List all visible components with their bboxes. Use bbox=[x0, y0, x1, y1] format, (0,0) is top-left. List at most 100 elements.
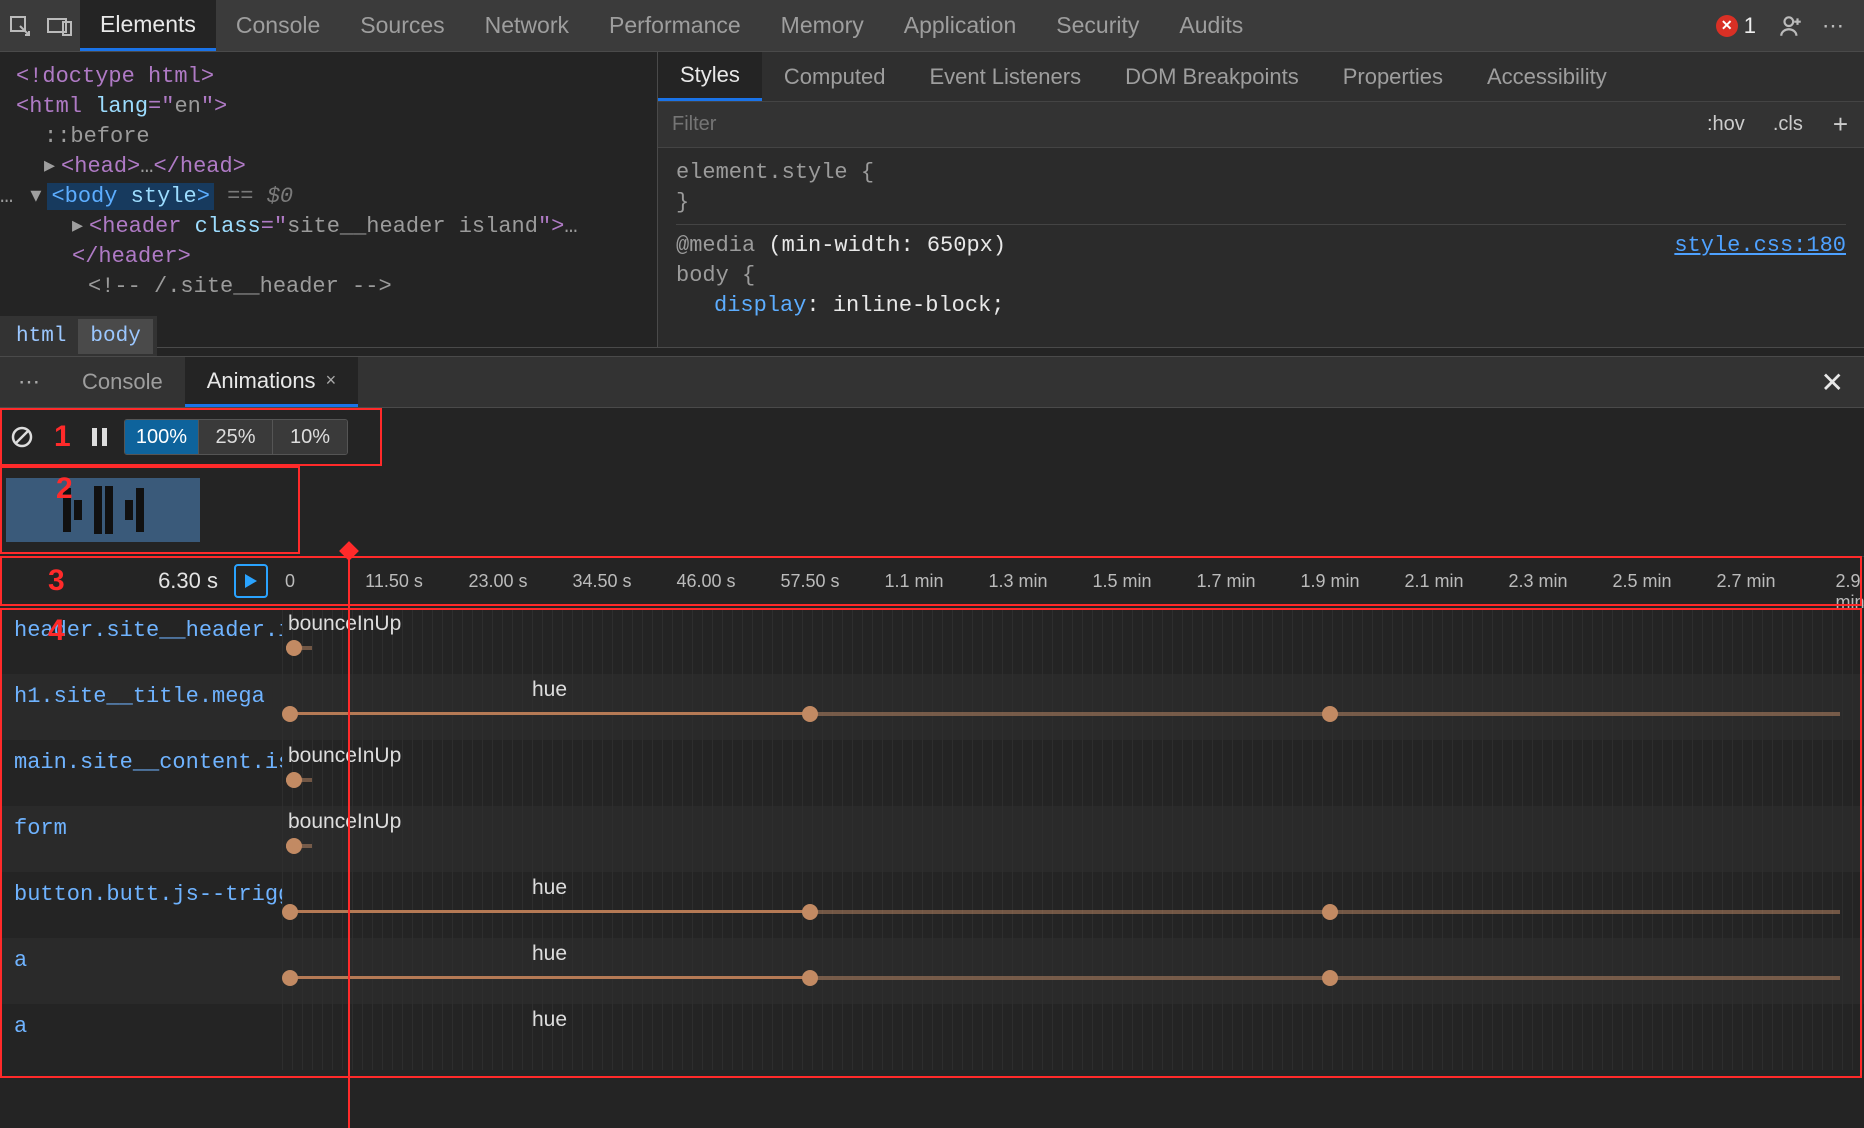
track-lane[interactable]: bounceInUp bbox=[282, 740, 1864, 806]
annotation-label-1: 1 bbox=[54, 420, 71, 454]
tick: 57.50 s bbox=[780, 571, 839, 592]
error-badge-icon[interactable]: ✕ bbox=[1716, 15, 1738, 37]
tab-audits[interactable]: Audits bbox=[1159, 0, 1263, 51]
more-icon[interactable]: ⋯ bbox=[1822, 13, 1846, 39]
dom-line: <!doctype html> bbox=[16, 64, 214, 89]
track-element-label: button.butt.js--trigg bbox=[0, 872, 282, 938]
cls-toggle[interactable]: .cls bbox=[1759, 113, 1817, 136]
inspect-icon[interactable] bbox=[0, 0, 40, 52]
breadcrumb-item[interactable]: html bbox=[4, 319, 78, 354]
source-link[interactable]: style.css:180 bbox=[1674, 231, 1846, 261]
hov-toggle[interactable]: :hov bbox=[1693, 113, 1759, 136]
tick: 2.3 min bbox=[1508, 571, 1567, 592]
tab-security[interactable]: Security bbox=[1036, 0, 1159, 51]
animation-track[interactable]: a hue bbox=[0, 938, 1864, 1004]
tick: 2.9 min bbox=[1836, 571, 1864, 613]
tab-sources[interactable]: Sources bbox=[340, 0, 464, 51]
annotation-label-4: 4 bbox=[48, 614, 65, 648]
clear-icon[interactable] bbox=[10, 425, 34, 449]
track-lane[interactable]: hue bbox=[282, 872, 1864, 938]
tick: 11.50 s bbox=[365, 571, 423, 592]
animation-track[interactable]: main.site__content.isbounceInUp bbox=[0, 740, 1864, 806]
track-element-label: a bbox=[0, 1004, 282, 1070]
close-tab-icon[interactable]: × bbox=[326, 370, 337, 391]
track-element-label: main.site__content.is bbox=[0, 740, 282, 806]
new-rule-icon[interactable]: + bbox=[1817, 109, 1864, 140]
tick: 1.7 min bbox=[1196, 571, 1255, 592]
tab-elements[interactable]: Elements bbox=[80, 0, 216, 51]
tab-network[interactable]: Network bbox=[465, 0, 589, 51]
styles-tab-event-listeners[interactable]: Event Listeners bbox=[907, 52, 1103, 101]
timeline-ruler[interactable]: 011.50 s23.00 s34.50 s46.00 s57.50 s1.1 … bbox=[282, 557, 1864, 605]
styles-tab-computed[interactable]: Computed bbox=[762, 52, 908, 101]
animation-tracks: header.site__header.isbounceInUph1.site_… bbox=[0, 608, 1864, 1128]
main-toolbar: ElementsConsoleSourcesNetworkPerformance… bbox=[0, 0, 1864, 52]
speed-100pct[interactable]: 100% bbox=[125, 420, 199, 454]
tick: 2.1 min bbox=[1404, 571, 1463, 592]
tab-performance[interactable]: Performance bbox=[589, 0, 761, 51]
styles-filter-row: :hov .cls + bbox=[658, 102, 1864, 148]
animation-track[interactable]: button.butt.js--trigghue bbox=[0, 872, 1864, 938]
tick: 1.9 min bbox=[1300, 571, 1359, 592]
timeline-header[interactable]: 6.30 s 011.50 s23.00 s34.50 s46.00 s57.5… bbox=[0, 556, 1864, 606]
track-element-label: a bbox=[0, 938, 282, 1004]
animation-track[interactable]: h1.site__title.mega hue bbox=[0, 674, 1864, 740]
track-lane[interactable]: hue bbox=[282, 1004, 1864, 1070]
styles-filter-input[interactable] bbox=[658, 105, 1693, 144]
track-lane[interactable]: hue bbox=[282, 938, 1864, 1004]
elements-panel: <!doctype html> <html lang="en"> ::befor… bbox=[0, 52, 1864, 348]
speed-25pct[interactable]: 25% bbox=[199, 420, 273, 454]
track-element-label: form bbox=[0, 806, 282, 872]
track-lane[interactable]: hue bbox=[282, 674, 1864, 740]
pause-icon[interactable] bbox=[90, 426, 110, 448]
track-animation-name: hue bbox=[532, 678, 567, 702]
tick: 34.50 s bbox=[572, 571, 631, 592]
track-animation-name: bounceInUp bbox=[288, 612, 401, 636]
tick: 1.5 min bbox=[1092, 571, 1151, 592]
styles-body[interactable]: element.style { } style.css:180 @media (… bbox=[658, 148, 1864, 347]
tick: 2.5 min bbox=[1612, 571, 1671, 592]
animations-panel: 1 2 3 4 100%25%10% 6.30 s 011.50 s23.00 … bbox=[0, 408, 1864, 1128]
play-icon[interactable] bbox=[234, 564, 268, 598]
playhead[interactable] bbox=[348, 550, 350, 1128]
profile-icon[interactable] bbox=[1778, 13, 1804, 39]
track-animation-name: hue bbox=[532, 942, 567, 966]
tab-console[interactable]: Console bbox=[216, 0, 340, 51]
breadcrumb-item[interactable]: body bbox=[78, 319, 152, 354]
styles-tabs: StylesComputedEvent ListenersDOM Breakpo… bbox=[658, 52, 1864, 102]
animation-track[interactable]: header.site__header.isbounceInUp bbox=[0, 608, 1864, 674]
styles-pane: StylesComputedEvent ListenersDOM Breakpo… bbox=[658, 52, 1864, 347]
track-lane[interactable]: bounceInUp bbox=[282, 608, 1864, 674]
dom-tree[interactable]: <!doctype html> <html lang="en"> ::befor… bbox=[0, 52, 658, 347]
styles-tab-dom-breakpoints[interactable]: DOM Breakpoints bbox=[1103, 52, 1321, 101]
track-animation-name: bounceInUp bbox=[288, 744, 401, 768]
drawer-tabstrip: ⋯ ConsoleAnimations× ✕ bbox=[0, 356, 1864, 408]
animation-track[interactable]: a hue bbox=[0, 1004, 1864, 1070]
animation-controls: 100%25%10% bbox=[0, 408, 348, 466]
drawer-close-icon[interactable]: ✕ bbox=[1821, 366, 1844, 399]
tick: 46.00 s bbox=[676, 571, 735, 592]
tab-application[interactable]: Application bbox=[884, 0, 1037, 51]
track-lane[interactable]: bounceInUp bbox=[282, 806, 1864, 872]
animation-track[interactable]: formbounceInUp bbox=[0, 806, 1864, 872]
current-time: 6.30 s bbox=[158, 568, 218, 594]
tick: 1.1 min bbox=[884, 571, 943, 592]
drawer-tab-console[interactable]: Console bbox=[60, 357, 185, 407]
styles-tab-properties[interactable]: Properties bbox=[1321, 52, 1465, 101]
drawer-more-icon[interactable]: ⋯ bbox=[0, 369, 60, 395]
tick: 2.7 min bbox=[1716, 571, 1775, 592]
styles-tab-styles[interactable]: Styles bbox=[658, 52, 762, 101]
animation-group-thumbnail[interactable] bbox=[6, 478, 200, 542]
drawer-tab-animations[interactable]: Animations× bbox=[185, 357, 358, 407]
speed-10pct[interactable]: 10% bbox=[273, 420, 347, 454]
tick: 1.3 min bbox=[988, 571, 1047, 592]
tab-memory[interactable]: Memory bbox=[761, 0, 884, 51]
breadcrumb[interactable]: htmlbody bbox=[0, 316, 157, 356]
styles-tab-accessibility[interactable]: Accessibility bbox=[1465, 52, 1629, 101]
track-element-label: h1.site__title.mega bbox=[0, 674, 282, 740]
track-animation-name: hue bbox=[532, 1008, 567, 1032]
track-element-label: header.site__header.is bbox=[0, 608, 282, 674]
speed-group: 100%25%10% bbox=[124, 419, 348, 455]
device-toggle-icon[interactable] bbox=[40, 0, 80, 52]
error-count[interactable]: 1 bbox=[1744, 13, 1756, 39]
